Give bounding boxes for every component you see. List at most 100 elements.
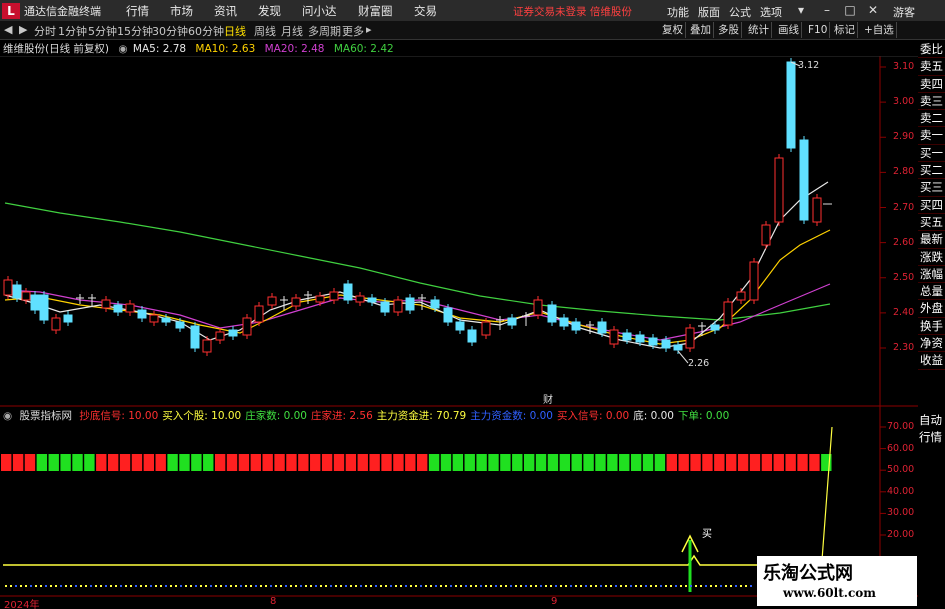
menu-gongshi[interactable]: 公式 <box>729 4 751 20</box>
side-item-17[interactable]: 净资 <box>918 335 945 353</box>
indicator-field-5: 主力资金数: 0.00 <box>470 410 553 422</box>
side-item-3[interactable]: 卖三 <box>918 93 945 111</box>
tab-30min[interactable]: 30分钟 <box>152 23 188 39</box>
signal-block-42 <box>500 454 511 471</box>
btn-fuquan[interactable]: 复权 <box>660 22 686 38</box>
signal-block-23 <box>274 454 285 471</box>
signal-block-55 <box>654 454 666 471</box>
signal-block-26 <box>310 454 321 471</box>
price-tick-5: 2.60 <box>893 236 915 248</box>
date-label-8: 8 <box>270 596 277 607</box>
tab-fenshi[interactable]: 分时 <box>34 23 56 39</box>
side-item-6[interactable]: 买一 <box>918 145 945 163</box>
side-item-13[interactable]: 涨幅 <box>918 266 945 284</box>
nav-forward-icon[interactable]: ▶ <box>19 23 27 36</box>
tab-60min[interactable]: 60分钟 <box>188 23 224 39</box>
side-item-11[interactable]: 最新 <box>918 231 945 249</box>
menu-wenxiaoda[interactable]: 问小达 <box>302 3 352 19</box>
menu-caifuquan[interactable]: 财富圈 <box>358 3 408 19</box>
low-pointer <box>677 350 689 364</box>
settings-gear-icon[interactable]: ◉ <box>118 43 127 55</box>
side-item-9[interactable]: 买四 <box>918 197 945 214</box>
btn-biaoji[interactable]: 标记 <box>832 22 858 38</box>
side-item-4[interactable]: 卖二 <box>918 110 945 128</box>
btn-f10[interactable]: F10 <box>806 22 831 38</box>
signal-block-36 <box>428 454 440 471</box>
btn-tongji[interactable]: 统计 <box>746 22 772 38</box>
ma10-value: MA10: 2.63 <box>195 43 256 55</box>
btn-zixuan[interactable]: +自选 <box>862 22 897 38</box>
signal-block-47 <box>559 454 571 471</box>
auto-quote-toggle[interactable]: 自动 行情 <box>919 412 942 446</box>
guest-user[interactable]: 游客 <box>893 4 915 20</box>
side-item-16[interactable]: 换手 <box>918 318 945 336</box>
side-item-1[interactable]: 卖五 <box>918 58 945 76</box>
side-item-10[interactable]: 买五 <box>918 214 945 232</box>
menu-shichang[interactable]: 市场 <box>170 3 208 19</box>
side-label-hangqing: 行情 <box>919 430 942 444</box>
tab-daily[interactable]: 日线 <box>224 23 246 39</box>
menu-banmian[interactable]: 版面 <box>698 4 720 20</box>
indicator-name[interactable]: 股票指标网 <box>20 410 73 422</box>
buy-marker: 买 <box>702 529 712 540</box>
nav-back-icon[interactable]: ◀ <box>4 23 12 36</box>
finance-marker[interactable]: 财 <box>543 391 553 406</box>
tab-monthly[interactable]: 月线 <box>281 23 303 39</box>
side-item-7[interactable]: 买二 <box>918 162 945 180</box>
indicator-legend: ◉ 股票指标网 抄底信号: 10.00 买入个股: 10.00 庄家数: 0.00 庄… <box>0 408 737 423</box>
side-item-18[interactable]: 收益 <box>918 352 945 370</box>
signal-block-19 <box>226 454 238 471</box>
side-item-15[interactable]: 外盘 <box>918 300 945 318</box>
menu-xuanxiang[interactable]: 选项 <box>760 4 782 20</box>
side-item-8[interactable]: 买三 <box>918 179 945 197</box>
signal-block-62 <box>737 454 749 471</box>
price-tick-2: 2.90 <box>893 131 915 143</box>
signal-block-53 <box>630 454 642 471</box>
side-item-14[interactable]: 总量 <box>918 283 945 301</box>
signal-block-4 <box>48 454 59 471</box>
menu-gongneng[interactable]: 功能 <box>667 4 689 20</box>
menu-hangqing[interactable]: 行情 <box>126 3 164 19</box>
menu-zixun[interactable]: 资讯 <box>214 3 252 19</box>
more-chevron-icon[interactable]: ▸ <box>366 23 372 36</box>
low-price-marker: 2.26 <box>688 358 710 369</box>
signal-block-12 <box>143 454 155 471</box>
signal-block-45 <box>535 454 547 471</box>
tab-5min[interactable]: 5分钟 <box>88 23 117 39</box>
dropdown-icon[interactable]: ▾ <box>792 2 810 18</box>
indicator-field-3: 庄家进: 2.56 <box>311 410 373 422</box>
indicator-field-6: 买入信号: 0.00 <box>556 410 630 422</box>
btn-huaxian[interactable]: 画线 <box>776 22 802 38</box>
indicator-settings-icon[interactable]: ◉ <box>3 410 12 422</box>
btn-diejia[interactable]: 叠加 <box>688 22 714 38</box>
signal-block-37 <box>440 454 452 471</box>
side-item-0[interactable]: 委比 <box>918 41 945 59</box>
signal-block-67 <box>797 454 808 471</box>
menu-jiaoyi[interactable]: 交易 <box>414 3 452 19</box>
signal-block-27 <box>321 454 333 471</box>
side-item-5[interactable]: 卖一 <box>918 127 945 145</box>
close-icon[interactable]: ✕ <box>864 2 882 18</box>
tab-more[interactable]: 更多 <box>342 23 364 39</box>
side-item-2[interactable]: 卖四 <box>918 76 945 93</box>
side-item-12[interactable]: 涨跌 <box>918 249 945 266</box>
signal-block-10 <box>119 454 131 471</box>
login-notice[interactable]: 证券交易未登录 倍维股份 <box>513 4 632 19</box>
signal-block-21 <box>250 454 261 471</box>
ma60-value: MA60: 2.42 <box>333 43 394 55</box>
watermark-title: 乐淘公式网 <box>763 563 853 584</box>
signal-block-28 <box>333 454 345 471</box>
tab-multi-period[interactable]: 多周期 <box>308 23 341 39</box>
kline-chart[interactable] <box>0 56 918 601</box>
btn-duogu[interactable]: 多股 <box>716 22 742 38</box>
title-bar: L 通达信金融终端 行情 市场 资讯 发现 问小达 财富圈 交易 证券交易未登录… <box>0 0 945 21</box>
menu-faxian[interactable]: 发现 <box>258 3 296 19</box>
tab-weekly[interactable]: 周线 <box>254 23 276 39</box>
tab-15min[interactable]: 15分钟 <box>117 23 153 39</box>
maximize-icon[interactable]: □ <box>841 2 859 18</box>
minimize-icon[interactable]: – <box>818 2 836 18</box>
signal-block-11 <box>131 454 143 471</box>
stock-label[interactable]: 维维股份(日线 前复权) <box>3 43 109 55</box>
tab-1min[interactable]: 1分钟 <box>58 23 87 39</box>
signal-block-64 <box>761 454 773 471</box>
